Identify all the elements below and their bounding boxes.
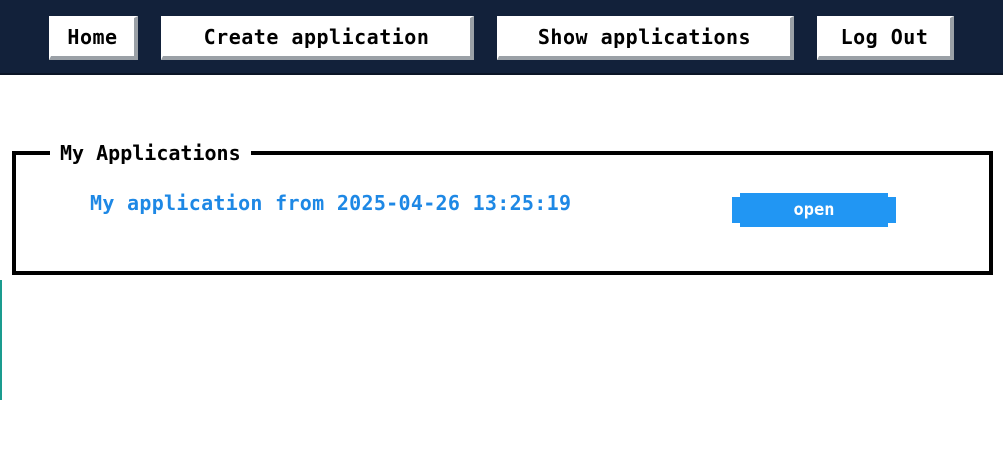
my-applications-legend: My Applications	[50, 141, 251, 165]
home-button[interactable]: Home	[49, 16, 138, 60]
my-applications-panel: My Applications My application from 2025…	[12, 141, 993, 275]
top-navigation-bar: Home Create application Show application…	[0, 0, 1003, 75]
create-application-button[interactable]: Create application	[161, 16, 474, 60]
show-applications-button[interactable]: Show applications	[497, 16, 794, 60]
open-application-button[interactable]: open	[732, 193, 896, 227]
window-edge-accent	[0, 280, 2, 400]
application-link[interactable]: My application from 2025-04-26 13:25:19	[90, 190, 571, 216]
log-out-button[interactable]: Log Out	[817, 16, 954, 60]
